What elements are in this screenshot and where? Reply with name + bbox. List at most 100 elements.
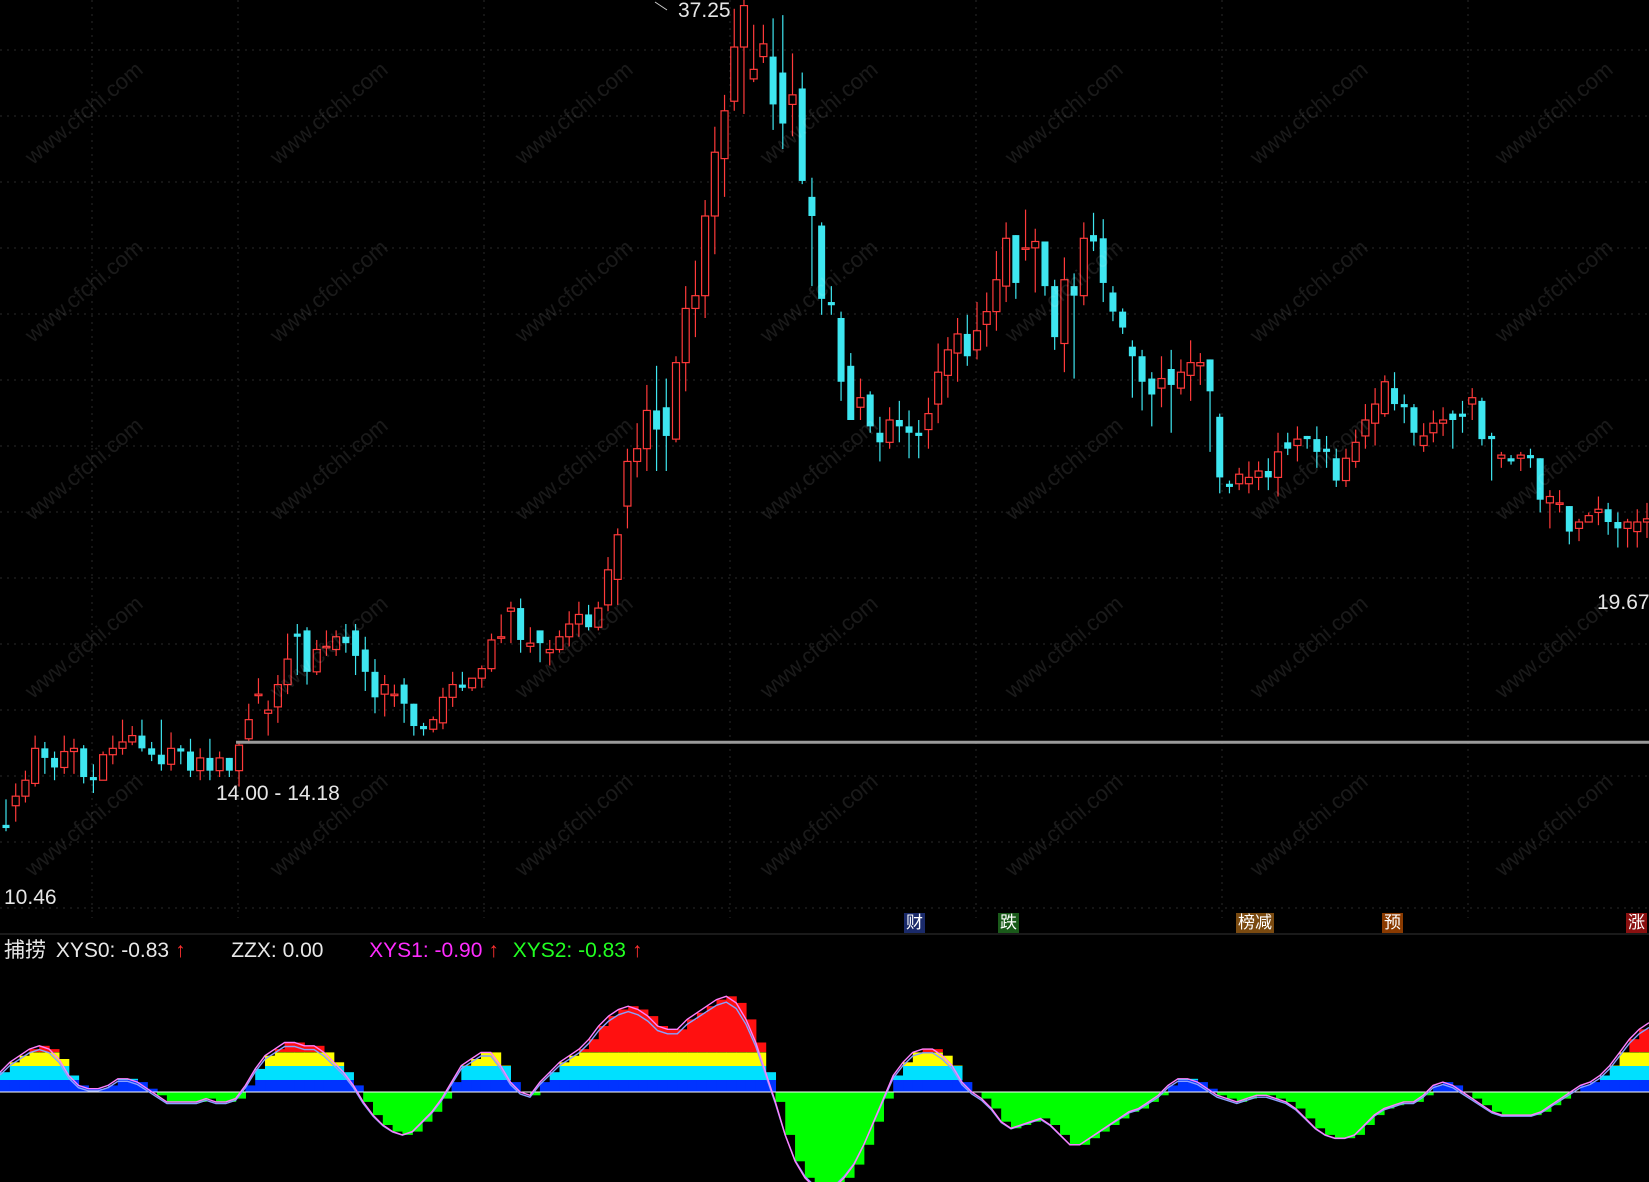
candle-body xyxy=(1157,377,1166,389)
candle-body xyxy=(458,684,466,688)
candle-body xyxy=(730,46,739,102)
candle-body xyxy=(808,196,816,216)
candle-body xyxy=(1021,247,1030,250)
candle-body xyxy=(759,43,768,58)
candlestick-chart xyxy=(0,0,1649,1182)
indicator-panel xyxy=(0,995,1649,1182)
indicator-bar-down xyxy=(1001,1092,1012,1122)
candle-body xyxy=(1633,521,1642,533)
indicator-band xyxy=(559,1066,570,1080)
candle-body xyxy=(1574,521,1584,529)
indicator-band xyxy=(922,1052,934,1066)
candle-body xyxy=(410,703,418,727)
event-marker-bangjian[interactable]: 榜减 xyxy=(1236,913,1274,933)
indicator-band xyxy=(480,1052,492,1066)
indicator-bar-down xyxy=(215,1092,227,1102)
indicator-band xyxy=(696,1052,708,1066)
indicator-bar-down xyxy=(1226,1092,1238,1099)
indicator-band xyxy=(471,1066,482,1080)
event-marker-zhang[interactable]: 涨 xyxy=(1626,913,1647,933)
indicator-band xyxy=(706,1052,718,1066)
indicator-band xyxy=(667,1066,678,1080)
candle-body xyxy=(361,649,369,672)
candle-body xyxy=(1614,522,1622,529)
event-marker-yu[interactable]: 预 xyxy=(1382,913,1403,933)
legend-xys2-arrow: ↑ xyxy=(631,939,643,962)
candle-body xyxy=(128,734,137,743)
indicator-band xyxy=(647,1080,659,1092)
candle-body xyxy=(1604,509,1612,523)
candle-body xyxy=(293,633,301,637)
indicator-band xyxy=(39,1052,50,1066)
indicator-bar-down xyxy=(1295,1092,1307,1109)
indicator-bar-down xyxy=(1276,1092,1287,1099)
candle-body xyxy=(1410,407,1418,433)
candle-body xyxy=(1507,458,1515,462)
candle-body xyxy=(536,630,544,644)
indicator-band xyxy=(696,1066,708,1080)
candle-body xyxy=(1449,413,1457,421)
indicator-bar-down xyxy=(814,1092,826,1182)
candle-body xyxy=(1419,435,1428,447)
indicator-band xyxy=(274,1080,286,1092)
indicator-band xyxy=(579,1052,590,1066)
candle-body xyxy=(1128,346,1136,357)
candle-body xyxy=(1400,404,1408,408)
indicator-band xyxy=(294,1080,305,1092)
candle-body xyxy=(234,744,244,772)
indicator-band xyxy=(480,1066,492,1080)
indicator-band xyxy=(1619,1066,1630,1080)
indicator-band xyxy=(716,1080,727,1092)
indicator-bar-down xyxy=(186,1092,197,1102)
legend-xys1-arrow: ↑ xyxy=(488,939,499,962)
indicator-band xyxy=(745,1066,757,1080)
indicator-band xyxy=(29,1066,40,1080)
indicator-band xyxy=(1639,1052,1649,1066)
candle-body xyxy=(788,94,797,106)
candle-body xyxy=(1341,457,1351,482)
candle-body xyxy=(856,397,865,408)
indicator-bar-up xyxy=(716,999,727,1052)
candle-body xyxy=(905,426,913,433)
indicator-name: 捕捞 xyxy=(4,939,46,962)
candle-body xyxy=(1371,403,1380,424)
indicator-band xyxy=(726,1066,737,1080)
indicator-band xyxy=(1619,1080,1630,1092)
indicator-band xyxy=(9,1080,21,1092)
high-pointer xyxy=(654,1,668,11)
event-marker-cai[interactable]: 财 xyxy=(904,913,925,933)
indicator-band xyxy=(451,1082,462,1092)
candle-body xyxy=(506,607,516,612)
candle-body xyxy=(953,333,962,354)
candle-body xyxy=(157,754,165,765)
indicator-bar-up xyxy=(706,1006,718,1052)
candle-body xyxy=(710,151,719,217)
indicator-band xyxy=(922,1066,934,1080)
candle-body xyxy=(1555,502,1564,505)
candle-body xyxy=(1516,454,1525,459)
indicator-band xyxy=(598,1080,610,1092)
candle-body xyxy=(1031,240,1040,249)
candle-body xyxy=(166,747,176,765)
indicator-band xyxy=(9,1066,21,1080)
indicator-band xyxy=(461,1080,472,1092)
indicator-band xyxy=(1639,1080,1649,1092)
indicator-band xyxy=(49,1066,60,1080)
indicator-band xyxy=(284,1052,296,1066)
candle-body xyxy=(934,371,943,405)
indicator-bar-down xyxy=(991,1092,1002,1109)
indicator-band xyxy=(638,1066,649,1080)
candle-body xyxy=(1380,381,1389,415)
candle-body xyxy=(420,726,428,730)
indicator-bar-down xyxy=(176,1092,188,1102)
indicator-band xyxy=(1599,1080,1611,1092)
indicator-bar-down xyxy=(804,1092,816,1178)
indicator-bar-down xyxy=(1079,1092,1091,1145)
candle-body xyxy=(1167,368,1175,385)
indicator-band xyxy=(265,1066,276,1080)
indicator-bar-down xyxy=(1040,1092,1051,1119)
indicator-band xyxy=(942,1080,953,1092)
indicator-bar-down xyxy=(166,1092,178,1102)
event-marker-die[interactable]: 跌 xyxy=(998,913,1019,933)
indicator-band xyxy=(314,1066,325,1080)
